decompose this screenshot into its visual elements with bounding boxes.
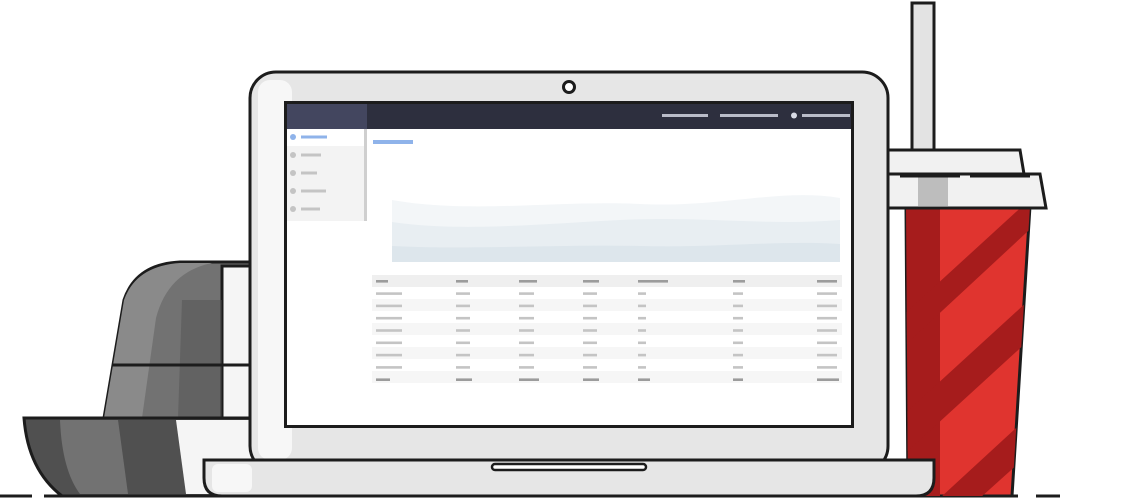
table-cell — [817, 304, 837, 308]
soda-cup — [886, 1, 1048, 498]
table-cell — [583, 341, 597, 345]
table-cell — [733, 353, 743, 357]
page-title — [373, 140, 413, 144]
table-cell — [733, 329, 743, 332]
bullet-dot-icon — [290, 170, 296, 176]
header-user-link[interactable] — [802, 114, 850, 117]
table-cell — [583, 316, 597, 320]
bullet-dot-icon — [290, 206, 296, 212]
table-cell — [817, 366, 837, 369]
table-cell — [733, 366, 743, 369]
table-cell — [456, 378, 472, 381]
table-cell — [638, 316, 646, 320]
table-cell — [817, 329, 837, 332]
table-cell — [456, 329, 470, 332]
table-cell — [519, 329, 534, 332]
table-cell — [733, 292, 743, 295]
table-header-cell — [817, 280, 837, 283]
table-cell — [519, 353, 534, 357]
table-header-cell — [638, 280, 668, 283]
table-cell — [376, 304, 402, 308]
table-cell — [456, 353, 470, 357]
table-cell — [733, 341, 743, 345]
illustration-scene — [0, 1, 1060, 498]
table-cell — [456, 341, 470, 345]
table-cell — [817, 341, 837, 345]
table-cell — [733, 304, 743, 308]
table-cell — [583, 329, 597, 332]
table-cell — [519, 366, 534, 369]
table-cell — [817, 292, 837, 295]
table-header-cell — [733, 280, 745, 283]
sidebar-scrollbar[interactable] — [364, 129, 367, 221]
table-cell — [638, 292, 646, 295]
table-cell — [376, 353, 402, 357]
table-cell — [638, 353, 646, 357]
header-nav-link[interactable] — [662, 114, 708, 117]
table-cell — [519, 378, 539, 381]
table-cell — [733, 316, 743, 320]
table-cell — [583, 353, 597, 357]
table-cell — [376, 366, 402, 369]
header-nav-link[interactable] — [720, 114, 778, 117]
table-cell — [376, 292, 402, 295]
table-cell — [456, 304, 470, 308]
table-cell — [638, 329, 646, 332]
table-cell — [456, 292, 470, 295]
webcam-icon — [562, 80, 576, 94]
table-cell — [519, 304, 534, 308]
table-cell — [583, 378, 599, 381]
table-header-cell — [376, 280, 388, 283]
app-header — [287, 104, 851, 129]
table-cell — [638, 366, 646, 369]
table-cell — [583, 366, 597, 369]
table-header-cell — [456, 280, 468, 283]
table-cell — [376, 329, 402, 332]
table-cell — [519, 316, 534, 320]
table-cell — [376, 341, 402, 345]
status-dot-icon — [791, 112, 797, 119]
table-cell — [638, 304, 646, 308]
bullet-dot-icon — [290, 188, 296, 194]
table-cell — [519, 292, 534, 295]
table-cell — [638, 341, 646, 345]
table-cell — [519, 341, 534, 345]
bullet-dot-icon — [290, 134, 296, 140]
table-cell — [376, 316, 402, 320]
table-cell — [817, 316, 837, 320]
table-cell — [456, 366, 470, 369]
bullet-dot-icon — [290, 152, 296, 158]
table-cell — [733, 378, 743, 381]
app-logo-area — [287, 104, 367, 129]
table-cell — [376, 378, 390, 381]
table-cell — [817, 378, 839, 381]
table-cell — [638, 378, 650, 381]
table-cell — [583, 304, 597, 308]
table-header-cell — [519, 280, 537, 283]
table-cell — [583, 292, 597, 295]
table-cell — [456, 316, 470, 320]
table-header-row — [372, 275, 842, 287]
app-sidebar — [287, 129, 367, 425]
table-header-cell — [583, 280, 599, 283]
table-cell — [817, 353, 837, 357]
